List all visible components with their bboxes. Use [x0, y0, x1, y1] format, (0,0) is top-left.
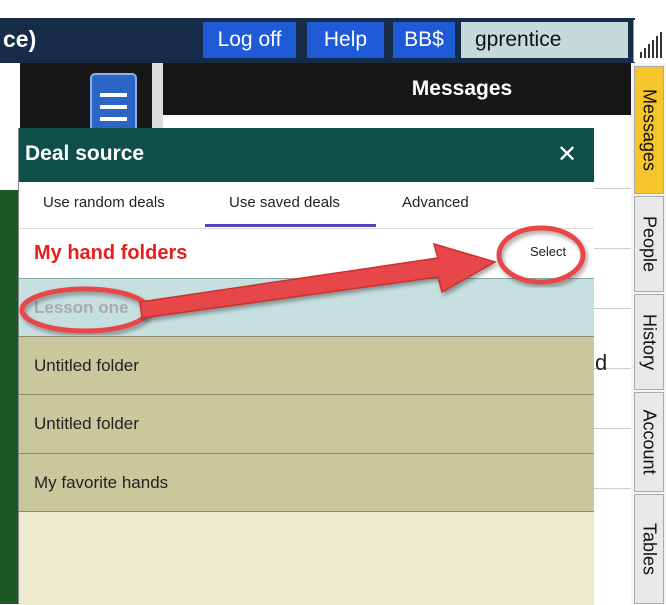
tab-advanced[interactable]: Advanced	[402, 194, 469, 211]
tab-history-label: History	[639, 313, 660, 371]
tab-account[interactable]: Account	[634, 392, 664, 492]
tab-history[interactable]: History	[634, 294, 664, 390]
active-tab-indicator	[205, 224, 376, 227]
left-white-area	[0, 63, 20, 190]
folder-row[interactable]: Untitled folder	[19, 336, 594, 394]
folder-row[interactable]: Untitled folder	[19, 394, 594, 453]
empty-folder-area	[19, 511, 594, 605]
help-button[interactable]: Help	[307, 22, 384, 58]
folder-row[interactable]: My favorite hands	[19, 453, 594, 511]
tab-messages-label: Messages	[639, 88, 660, 172]
tab-tables[interactable]: Tables	[634, 494, 664, 604]
green-felt	[0, 190, 20, 604]
message-divider	[593, 488, 631, 489]
signal-icon	[633, 20, 666, 62]
top-bar: ce) Log off Help BB$ gprentice	[0, 0, 666, 70]
logoff-button[interactable]: Log off	[203, 22, 296, 58]
tab-saved-deals[interactable]: Use saved deals	[229, 194, 340, 211]
message-divider	[593, 308, 631, 309]
tab-divider	[19, 228, 594, 229]
close-icon[interactable]: ✕	[557, 140, 577, 169]
tab-account-label: Account	[639, 409, 660, 475]
dialog-header: Deal source ✕	[19, 128, 594, 182]
message-divider	[593, 248, 631, 249]
tab-tables-label: Tables	[639, 522, 660, 576]
tab-people[interactable]: People	[634, 196, 664, 292]
app-title: ce)	[3, 26, 37, 52]
message-text-fragment: d	[595, 350, 608, 375]
folders-heading: My hand folders	[34, 242, 188, 264]
bbs-button[interactable]: BB$	[393, 22, 455, 58]
messages-title: Messages	[163, 63, 631, 115]
tab-messages[interactable]: Messages	[634, 66, 664, 194]
tab-people-label: People	[639, 215, 660, 273]
folder-row-selected[interactable]: Lesson one	[19, 278, 594, 336]
tab-random-deals[interactable]: Use random deals	[43, 194, 165, 211]
menu-icon[interactable]	[90, 73, 137, 133]
dialog-title: Deal source	[25, 142, 145, 165]
message-divider	[593, 428, 631, 429]
select-button[interactable]: Select	[530, 244, 566, 259]
message-divider	[593, 188, 631, 189]
username-field[interactable]: gprentice	[461, 22, 628, 58]
deal-source-dialog: Deal source ✕ Use random deals Use saved…	[18, 128, 594, 605]
